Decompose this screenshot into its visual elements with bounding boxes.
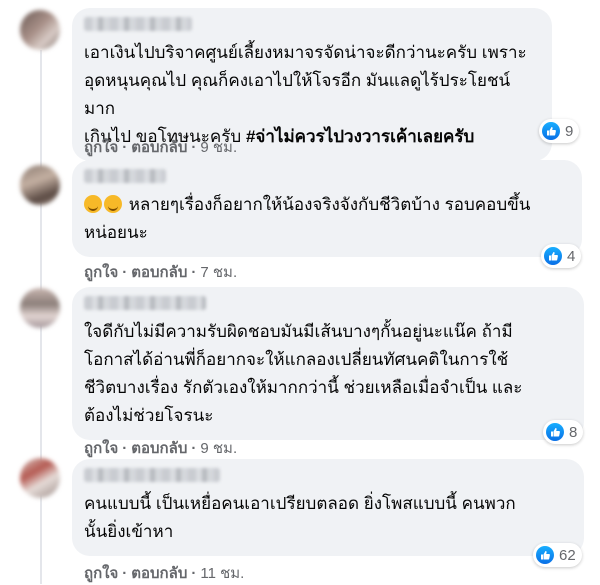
like-icon — [544, 247, 562, 265]
comment-actions: ถูกใจ · ตอบกลับ · 9 ชม. — [84, 440, 238, 457]
grin-emoji-icon — [84, 195, 102, 213]
like-link[interactable]: ถูกใจ — [84, 440, 118, 457]
grin-emoji-icon — [104, 195, 122, 213]
reply-link[interactable]: ตอบกลับ — [131, 264, 187, 281]
reply-link[interactable]: ตอบกลับ — [131, 139, 187, 156]
author-name-blurred[interactable] — [84, 468, 220, 482]
comment-actions: ถูกใจ · ตอบกลับ · 11 ชม. — [84, 565, 245, 582]
reaction-number: 4 — [567, 247, 576, 265]
comment-bubble: ใจดีกับไม่มีความรับผิดชอบมันมีเส้นบางๆกั… — [72, 287, 584, 440]
comment-text: หลายๆเรื่องก็อยากให้น้องจริงจังกับชีวิตบ… — [84, 195, 531, 242]
like-link[interactable]: ถูกใจ — [84, 565, 118, 582]
reaction-count[interactable]: 62 — [533, 543, 582, 567]
comment-time[interactable]: 9 ชม. — [200, 440, 237, 457]
comment-bubble: คนแบบนี้ เป็นเหยื่อคนเอาเปรียบตลอด ยิ่งโ… — [72, 459, 584, 556]
comment-bubble: หลายๆเรื่องก็อยากให้น้องจริงจังกับชีวิตบ… — [72, 160, 582, 257]
like-link[interactable]: ถูกใจ — [84, 264, 118, 281]
comment-text: คนแบบนี้ เป็นเหยื่อคนเอาเปรียบตลอด ยิ่งโ… — [84, 494, 516, 541]
author-name-blurred[interactable] — [84, 17, 192, 31]
comment-time[interactable]: 9 ชม. — [200, 139, 237, 156]
like-icon — [542, 122, 560, 140]
author-name-blurred[interactable] — [84, 296, 206, 310]
author-name-blurred[interactable] — [84, 169, 166, 183]
reply-link[interactable]: ตอบกลับ — [131, 565, 187, 582]
hashtag-link[interactable]: #จ่าไม่ควรไปวงวารเค้าเลยครับ — [246, 127, 474, 146]
reply-link[interactable]: ตอบกลับ — [131, 440, 187, 457]
like-icon — [546, 423, 564, 441]
reaction-count[interactable]: 8 — [543, 420, 584, 444]
comment-text: ใจดีกับไม่มีความรับผิดชอบมันมีเส้นบางๆกั… — [84, 322, 523, 425]
comment-time[interactable]: 7 ชม. — [200, 264, 237, 281]
reaction-number: 8 — [569, 423, 578, 441]
avatar[interactable] — [20, 288, 60, 328]
like-icon — [536, 546, 554, 564]
comment-actions: ถูกใจ · ตอบกลับ · 7 ชม. — [84, 264, 238, 281]
comment-actions: ถูกใจ · ตอบกลับ · 9 ชม. — [84, 139, 238, 156]
reaction-count[interactable]: 9 — [539, 119, 580, 143]
reaction-number: 9 — [565, 122, 574, 140]
avatar[interactable] — [20, 10, 60, 50]
reaction-number: 62 — [559, 546, 576, 564]
comment-time[interactable]: 11 ชม. — [200, 565, 244, 582]
avatar[interactable] — [20, 165, 60, 205]
avatar[interactable] — [20, 458, 60, 498]
like-link[interactable]: ถูกใจ — [84, 139, 118, 156]
reaction-count[interactable]: 4 — [541, 244, 582, 268]
